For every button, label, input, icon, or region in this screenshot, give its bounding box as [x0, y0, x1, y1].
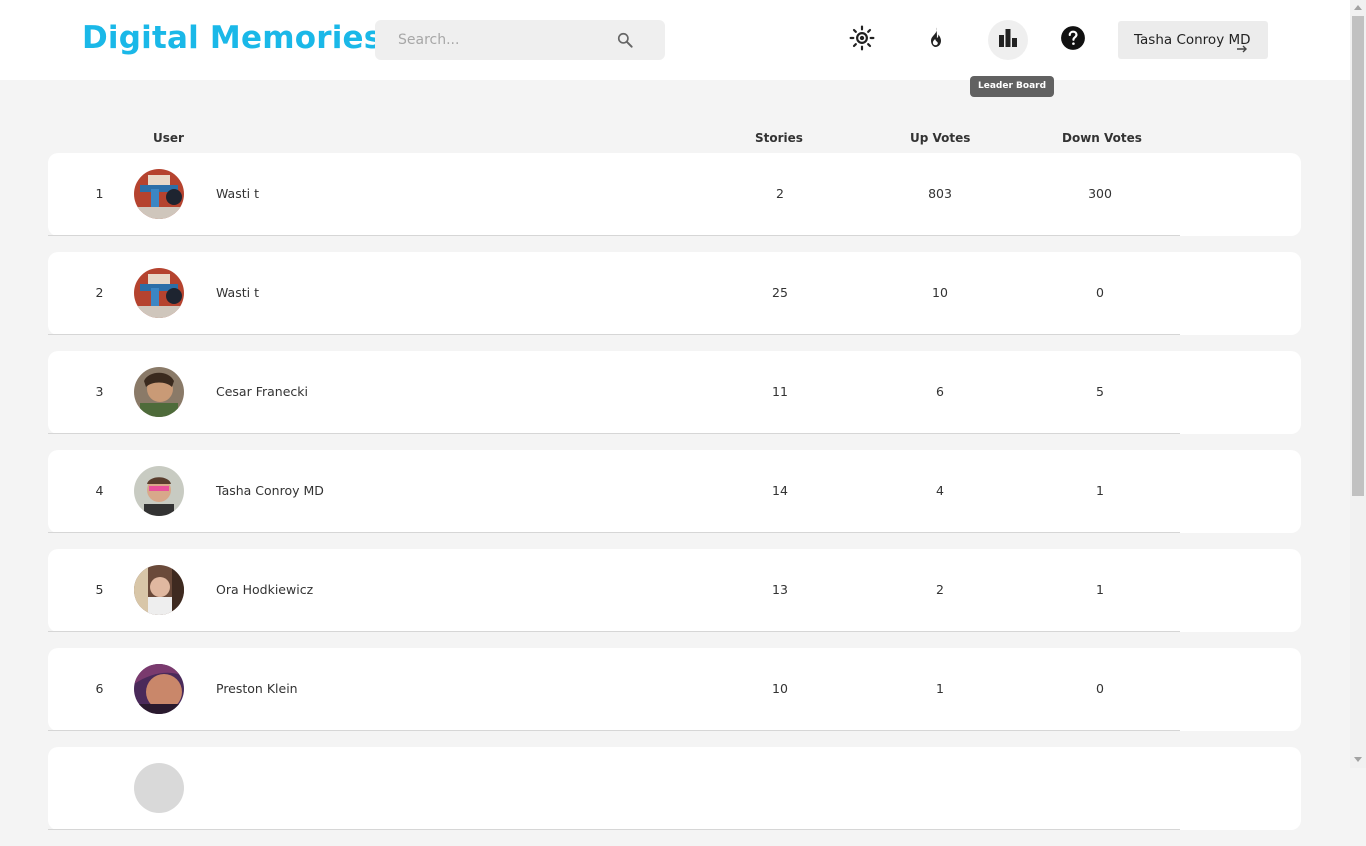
- leaderboard-tooltip: Leader Board: [970, 76, 1055, 97]
- avatar[interactable]: [134, 565, 184, 615]
- leaderboard-row[interactable]: 2 Wasti t 25 10 0: [48, 252, 1301, 335]
- avatar[interactable]: [134, 466, 184, 516]
- stories-count: 25: [772, 285, 788, 300]
- user-name[interactable]: Wasti t: [216, 285, 259, 300]
- rank: 6: [95, 681, 104, 696]
- help-icon: [1060, 25, 1086, 55]
- up-votes-count: 1: [936, 681, 944, 696]
- column-header-up-votes: Up Votes: [910, 131, 971, 145]
- stories-count: 2: [776, 186, 784, 201]
- rank: 2: [95, 285, 104, 300]
- avatar[interactable]: [134, 367, 184, 417]
- column-header-stories: Stories: [755, 131, 803, 145]
- down-votes-count: 0: [1096, 285, 1104, 300]
- leaderboard-icon: [996, 26, 1020, 54]
- up-votes-count: 10: [932, 285, 948, 300]
- rank: 4: [95, 483, 104, 498]
- help-button[interactable]: [1053, 20, 1093, 60]
- leaderboard-list: 1 Wasti t 2 803 300 2 Wasti t 25 10 0 3 …: [48, 153, 1301, 846]
- column-header-user: User: [153, 131, 184, 145]
- stories-count: 14: [772, 483, 788, 498]
- user-name[interactable]: Ora Hodkiewicz: [216, 582, 313, 597]
- top-app-bar: Digital Memories Search... Tasha Conroy …: [0, 0, 1350, 80]
- avatar[interactable]: [134, 268, 184, 318]
- leaderboard-row[interactable]: 4 Tasha Conroy MD 14 4 1: [48, 450, 1301, 533]
- user-menu-button[interactable]: Tasha Conroy MD: [1118, 21, 1268, 59]
- trending-button[interactable]: [915, 20, 955, 60]
- user-name[interactable]: Wasti t: [216, 186, 259, 201]
- search-box[interactable]: [375, 20, 665, 60]
- down-votes-count: 0: [1096, 681, 1104, 696]
- leaderboard-row[interactable]: 6 Preston Klein 10 1 0: [48, 648, 1301, 731]
- avatar[interactable]: [134, 169, 184, 219]
- up-votes-count: 4: [936, 483, 944, 498]
- avatar[interactable]: [134, 664, 184, 714]
- leaderboard-row[interactable]: 5 Ora Hodkiewicz 13 2 1: [48, 549, 1301, 632]
- fire-icon: [923, 26, 947, 54]
- scrollbar-thumb[interactable]: [1352, 16, 1364, 496]
- leaderboard-row[interactable]: 3 Cesar Franecki 11 6 5: [48, 351, 1301, 434]
- brightness-icon: [849, 25, 875, 55]
- app-logo[interactable]: Digital Memories: [82, 20, 382, 56]
- up-votes-count: 2: [936, 582, 944, 597]
- search-icon[interactable]: [615, 30, 635, 50]
- stories-count: 11: [772, 384, 788, 399]
- rank: 5: [95, 582, 104, 597]
- down-votes-count: 1: [1096, 582, 1104, 597]
- stories-count: 13: [772, 582, 788, 597]
- scroll-down-arrow-icon[interactable]: [1354, 757, 1362, 762]
- user-name[interactable]: Preston Klein: [216, 681, 298, 696]
- down-votes-count: 1: [1096, 483, 1104, 498]
- theme-toggle-button[interactable]: [842, 20, 882, 60]
- leaderboard-row[interactable]: [48, 747, 1301, 830]
- user-name[interactable]: Cesar Franecki: [216, 384, 308, 399]
- rank: 3: [95, 384, 104, 399]
- up-votes-count: 803: [928, 186, 952, 201]
- scroll-up-arrow-icon[interactable]: [1354, 5, 1362, 10]
- up-votes-count: 6: [936, 384, 944, 399]
- down-votes-count: 5: [1096, 384, 1104, 399]
- down-votes-count: 300: [1088, 186, 1112, 201]
- logout-arrow-icon: [1236, 33, 1248, 59]
- rank: 1: [95, 186, 104, 201]
- user-menu-label: Tasha Conroy MD: [1134, 32, 1251, 48]
- page-scrollbar[interactable]: [1350, 0, 1366, 768]
- avatar[interactable]: [134, 763, 184, 813]
- search-input[interactable]: [375, 20, 628, 60]
- user-name[interactable]: Tasha Conroy MD: [216, 483, 324, 498]
- leaderboard-button[interactable]: [988, 20, 1028, 60]
- stories-count: 10: [772, 681, 788, 696]
- column-header-down-votes: Down Votes: [1062, 131, 1142, 145]
- leaderboard-row[interactable]: 1 Wasti t 2 803 300: [48, 153, 1301, 236]
